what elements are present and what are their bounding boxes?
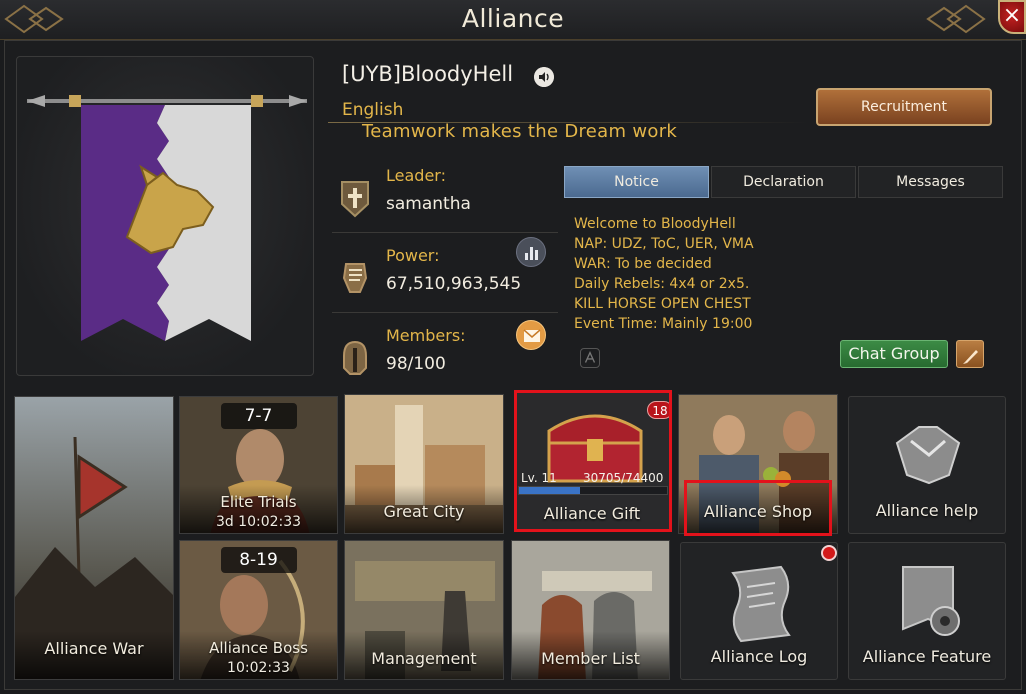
elite-trials-tile[interactable]: 7-7 Elite Trials 3d 10:02:33 bbox=[179, 396, 338, 534]
alliance-boss-tile[interactable]: 8-19 Alliance Boss 10:02:33 bbox=[179, 540, 338, 680]
elite-trials-stage: 7-7 bbox=[220, 403, 297, 429]
alliance-log-tile[interactable]: Alliance Log bbox=[680, 542, 838, 680]
notification-dot bbox=[821, 545, 837, 561]
leader-label: Leader: bbox=[386, 166, 446, 185]
sound-icon[interactable] bbox=[534, 67, 554, 87]
highlight-box bbox=[514, 390, 672, 532]
power-chart-button[interactable] bbox=[516, 237, 546, 267]
alliance-boss-stage: 8-19 bbox=[220, 547, 297, 573]
elite-trials-timer: 3d 10:02:33 bbox=[215, 514, 302, 530]
close-button[interactable]: × bbox=[998, 0, 1026, 34]
window-title: Alliance bbox=[461, 4, 565, 33]
management-label: Management bbox=[371, 649, 477, 668]
envelope-icon bbox=[523, 329, 541, 342]
member-list-tile[interactable]: Member List bbox=[511, 540, 670, 680]
notice-line: WAR: To be decided bbox=[574, 256, 712, 272]
notice-line: KILL HORSE OPEN CHEST bbox=[574, 296, 751, 312]
helmet-icon bbox=[343, 340, 367, 375]
notice-line: NAP: UDZ, ToC, UER, VMA bbox=[574, 236, 754, 252]
fist-icon bbox=[342, 263, 368, 293]
notice-line: Welcome to BloodyHell bbox=[574, 216, 736, 232]
corner-ornament-icon bbox=[926, 4, 986, 34]
highlight-box bbox=[684, 480, 832, 536]
great-city-tile[interactable]: Great City bbox=[344, 394, 504, 534]
alliance-motto: Teamwork makes the Dream work bbox=[362, 121, 678, 142]
alliance-help-label: Alliance help bbox=[875, 501, 979, 520]
members-label: Members: bbox=[386, 326, 466, 345]
alliance-war-tile[interactable]: Alliance War bbox=[14, 396, 174, 680]
management-tile[interactable]: Management bbox=[344, 540, 504, 680]
recruitment-button[interactable]: Recruitment bbox=[816, 88, 992, 126]
translate-icon[interactable] bbox=[580, 348, 600, 368]
chat-group-button[interactable]: Chat Group bbox=[840, 340, 948, 368]
bar-chart-icon bbox=[525, 247, 538, 260]
leader-value: samantha bbox=[386, 194, 471, 214]
member-list-label: Member List bbox=[541, 649, 640, 668]
alliance-language: English bbox=[342, 100, 404, 120]
divider bbox=[332, 232, 558, 233]
title-bar: Alliance × bbox=[0, 0, 1026, 40]
tab-declaration[interactable]: Declaration bbox=[711, 166, 856, 198]
elite-trials-label: Elite Trials bbox=[220, 493, 297, 511]
tab-notice[interactable]: Notice bbox=[564, 166, 709, 198]
notice-tabs: Notice Declaration Messages bbox=[564, 166, 1004, 198]
great-city-label: Great City bbox=[383, 502, 465, 521]
leader-stat: Leader: samantha bbox=[332, 160, 558, 236]
alliance-log-label: Alliance Log bbox=[710, 647, 808, 666]
power-label: Power: bbox=[386, 246, 440, 265]
notice-content: Welcome to BloodyHell NAP: UDZ, ToC, UER… bbox=[574, 214, 754, 334]
notice-line: Daily Rebels: 4x4 or 2x5. bbox=[574, 276, 750, 292]
alliance-banner bbox=[16, 56, 314, 376]
quill-icon bbox=[963, 350, 978, 364]
tab-messages[interactable]: Messages bbox=[858, 166, 1003, 198]
alliance-help-tile[interactable]: Alliance help bbox=[848, 396, 1006, 534]
alliance-feature-tile[interactable]: Alliance Feature bbox=[848, 542, 1006, 680]
members-value: 98/100 bbox=[386, 354, 446, 374]
leader-shield-icon bbox=[341, 181, 369, 218]
notice-line: Event Time: Mainly 19:00 bbox=[574, 316, 753, 332]
alliance-boss-label: Alliance Boss bbox=[209, 639, 308, 657]
power-value: 67,510,963,545 bbox=[386, 274, 522, 294]
divider bbox=[332, 312, 558, 313]
mail-members-button[interactable] bbox=[516, 320, 546, 350]
edit-notice-button[interactable] bbox=[956, 340, 984, 368]
alliance-name: [UYB]BloodyHell bbox=[342, 62, 514, 86]
alliance-boss-timer: 10:02:33 bbox=[227, 660, 290, 676]
wolf-banner-icon bbox=[27, 95, 307, 341]
alliance-feature-label: Alliance Feature bbox=[862, 647, 992, 666]
alliance-war-label: Alliance War bbox=[44, 639, 144, 658]
